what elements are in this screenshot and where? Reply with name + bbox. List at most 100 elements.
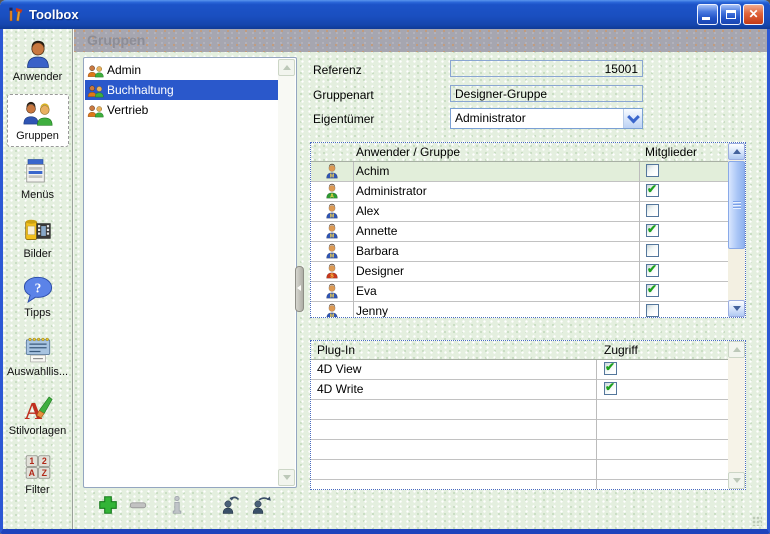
- plugin-scroll-up[interactable]: [728, 341, 745, 358]
- svg-text:1: 1: [29, 456, 34, 466]
- member-checkbox[interactable]: [646, 164, 659, 177]
- group-item-label: Admin: [107, 63, 141, 77]
- plugin-checkbox[interactable]: ✔: [604, 362, 617, 375]
- group-toolbar: [83, 492, 295, 522]
- table-row-designer[interactable]: S Designer ✔: [311, 262, 728, 282]
- resize-grip[interactable]: [752, 516, 762, 526]
- plugin-scroll-down[interactable]: [728, 472, 745, 489]
- group-item-label: Vertrieb: [107, 103, 148, 117]
- eigentuemer-dropdown[interactable]: Administrator: [450, 108, 643, 129]
- sidebar-item-label: Anwender: [13, 71, 63, 83]
- group-list-item-vertrieb[interactable]: Vertrieb: [85, 100, 278, 120]
- svg-text:?: ?: [34, 280, 41, 295]
- group-list-item-admin[interactable]: Admin: [85, 60, 278, 80]
- member-checkbox[interactable]: [646, 244, 659, 257]
- minimize-button[interactable]: [697, 4, 718, 25]
- eigentuemer-label: Eigentümer: [313, 112, 374, 126]
- members-scroll-thumb[interactable]: [728, 161, 745, 249]
- user-blue-icon: M: [324, 303, 340, 318]
- member-checkbox[interactable]: [646, 304, 659, 317]
- svg-text:M: M: [330, 214, 334, 219]
- sidebar-item-label: Filter: [25, 484, 49, 496]
- page-header: Gruppen: [73, 29, 767, 52]
- sidebar-item-men-s[interactable]: Menüs: [7, 153, 69, 206]
- plugin-table: Plug-In Zugriff 4D View✔4D Write✔: [310, 340, 746, 490]
- member-checkbox[interactable]: ✔: [646, 224, 659, 237]
- table-row-4d-write[interactable]: 4D Write ✔: [311, 380, 728, 400]
- sidebar-item-label: Stilvorlagen: [9, 425, 66, 437]
- group-list: Admin Buchhaltung Vertrieb: [83, 57, 297, 488]
- group-icon: [87, 63, 104, 78]
- column-anwender-gruppe: Anwender / Gruppe: [356, 145, 460, 159]
- maximize-icon: [726, 10, 736, 19]
- sidebar-item-filter[interactable]: 12AZFilter: [7, 448, 69, 501]
- members-table: Anwender / Gruppe Mitglieder MAchimAAdmi…: [310, 142, 746, 318]
- svg-text:2: 2: [41, 456, 46, 466]
- title-bar[interactable]: Toolbox ✕: [0, 0, 770, 29]
- svg-text:M: M: [330, 314, 334, 318]
- svg-text:Z: Z: [41, 468, 47, 478]
- group-list-scroll-up[interactable]: [278, 59, 295, 76]
- sidebar-item-label: Menüs: [21, 189, 54, 201]
- member-checkbox[interactable]: ✔: [646, 264, 659, 277]
- table-row-4d-view[interactable]: 4D View ✔: [311, 360, 728, 380]
- sidebar-item-auswahllis[interactable]: Auswahllis...: [7, 330, 69, 383]
- table-row-barbara[interactable]: MBarbara: [311, 242, 728, 262]
- sidebar-item-stilvorlagen[interactable]: A Stilvorlagen: [7, 389, 69, 442]
- remove-item-button[interactable]: [127, 494, 149, 516]
- users-icon: [22, 98, 54, 128]
- table-row-alex[interactable]: MAlex: [311, 202, 728, 222]
- window-title: Toolbox: [29, 7, 79, 22]
- sidebar-item-tipps[interactable]: ?Tipps: [7, 271, 69, 324]
- svg-text:M: M: [330, 174, 334, 179]
- eigentuemer-value: Administrator: [455, 111, 526, 125]
- referenz-field[interactable]: 15001: [450, 60, 643, 77]
- group-list-scroll-track[interactable]: [278, 76, 295, 469]
- menu-icon: [22, 157, 54, 187]
- info-item-button[interactable]: [166, 494, 188, 516]
- table-row-eva[interactable]: MEva✔: [311, 282, 728, 302]
- user-green-a-icon: A: [324, 183, 340, 199]
- svg-text:S: S: [330, 274, 334, 279]
- members-scroll-up[interactable]: [728, 143, 745, 160]
- svg-text:A: A: [330, 194, 334, 199]
- member-name: Annette: [356, 224, 397, 238]
- user-export-button[interactable]: [250, 494, 272, 516]
- table-row-achim[interactable]: MAchim: [311, 162, 728, 182]
- minimize-icon: [702, 17, 710, 20]
- member-name: Designer: [356, 264, 404, 278]
- table-row-administrator[interactable]: AAdministrator✔: [311, 182, 728, 202]
- maximize-button[interactable]: [720, 4, 741, 25]
- styles-icon: A: [22, 393, 54, 423]
- members-scroll-down[interactable]: [728, 300, 745, 317]
- user-import-button[interactable]: [220, 494, 242, 516]
- close-icon: ✕: [744, 5, 763, 24]
- table-row-annette[interactable]: MAnnette✔: [311, 222, 728, 242]
- sidebar-item-label: Gruppen: [16, 130, 59, 142]
- plugin-checkbox[interactable]: ✔: [604, 382, 617, 395]
- sidebar-item-bilder[interactable]: Bilder: [7, 212, 69, 265]
- sidebar-item-label: Auswahllis...: [7, 366, 68, 378]
- close-button[interactable]: ✕: [743, 4, 764, 25]
- splitter-handle[interactable]: [295, 266, 304, 312]
- sidebar-item-gruppen[interactable]: Gruppen: [7, 94, 69, 147]
- plugin-scroll-track[interactable]: [728, 358, 745, 472]
- plugin-name: 4D View: [317, 362, 361, 376]
- gruppenart-field[interactable]: Designer-Gruppe: [450, 85, 643, 102]
- toolbox-window: Toolbox ✕ Gruppen Anwender Gruppen Menüs Bi…: [0, 0, 770, 534]
- table-row-empty: [311, 480, 728, 490]
- member-checkbox[interactable]: [646, 204, 659, 217]
- table-row-jenny[interactable]: MJenny: [311, 302, 728, 318]
- chevron-down-icon[interactable]: [623, 109, 642, 128]
- member-checkbox[interactable]: ✔: [646, 284, 659, 297]
- gruppenart-label: Gruppenart: [313, 88, 374, 102]
- sidebar-item-label: Bilder: [23, 248, 51, 260]
- add-item-button[interactable]: [97, 494, 119, 516]
- group-list-item-buchhaltung[interactable]: Buchhaltung: [85, 80, 278, 100]
- referenz-label: Referenz: [313, 63, 362, 77]
- member-checkbox[interactable]: ✔: [646, 184, 659, 197]
- member-name: Barbara: [356, 244, 399, 258]
- sidebar-item-anwender[interactable]: Anwender: [7, 35, 69, 88]
- group-list-scroll-down[interactable]: [278, 469, 295, 486]
- plugin-name: 4D Write: [317, 382, 363, 396]
